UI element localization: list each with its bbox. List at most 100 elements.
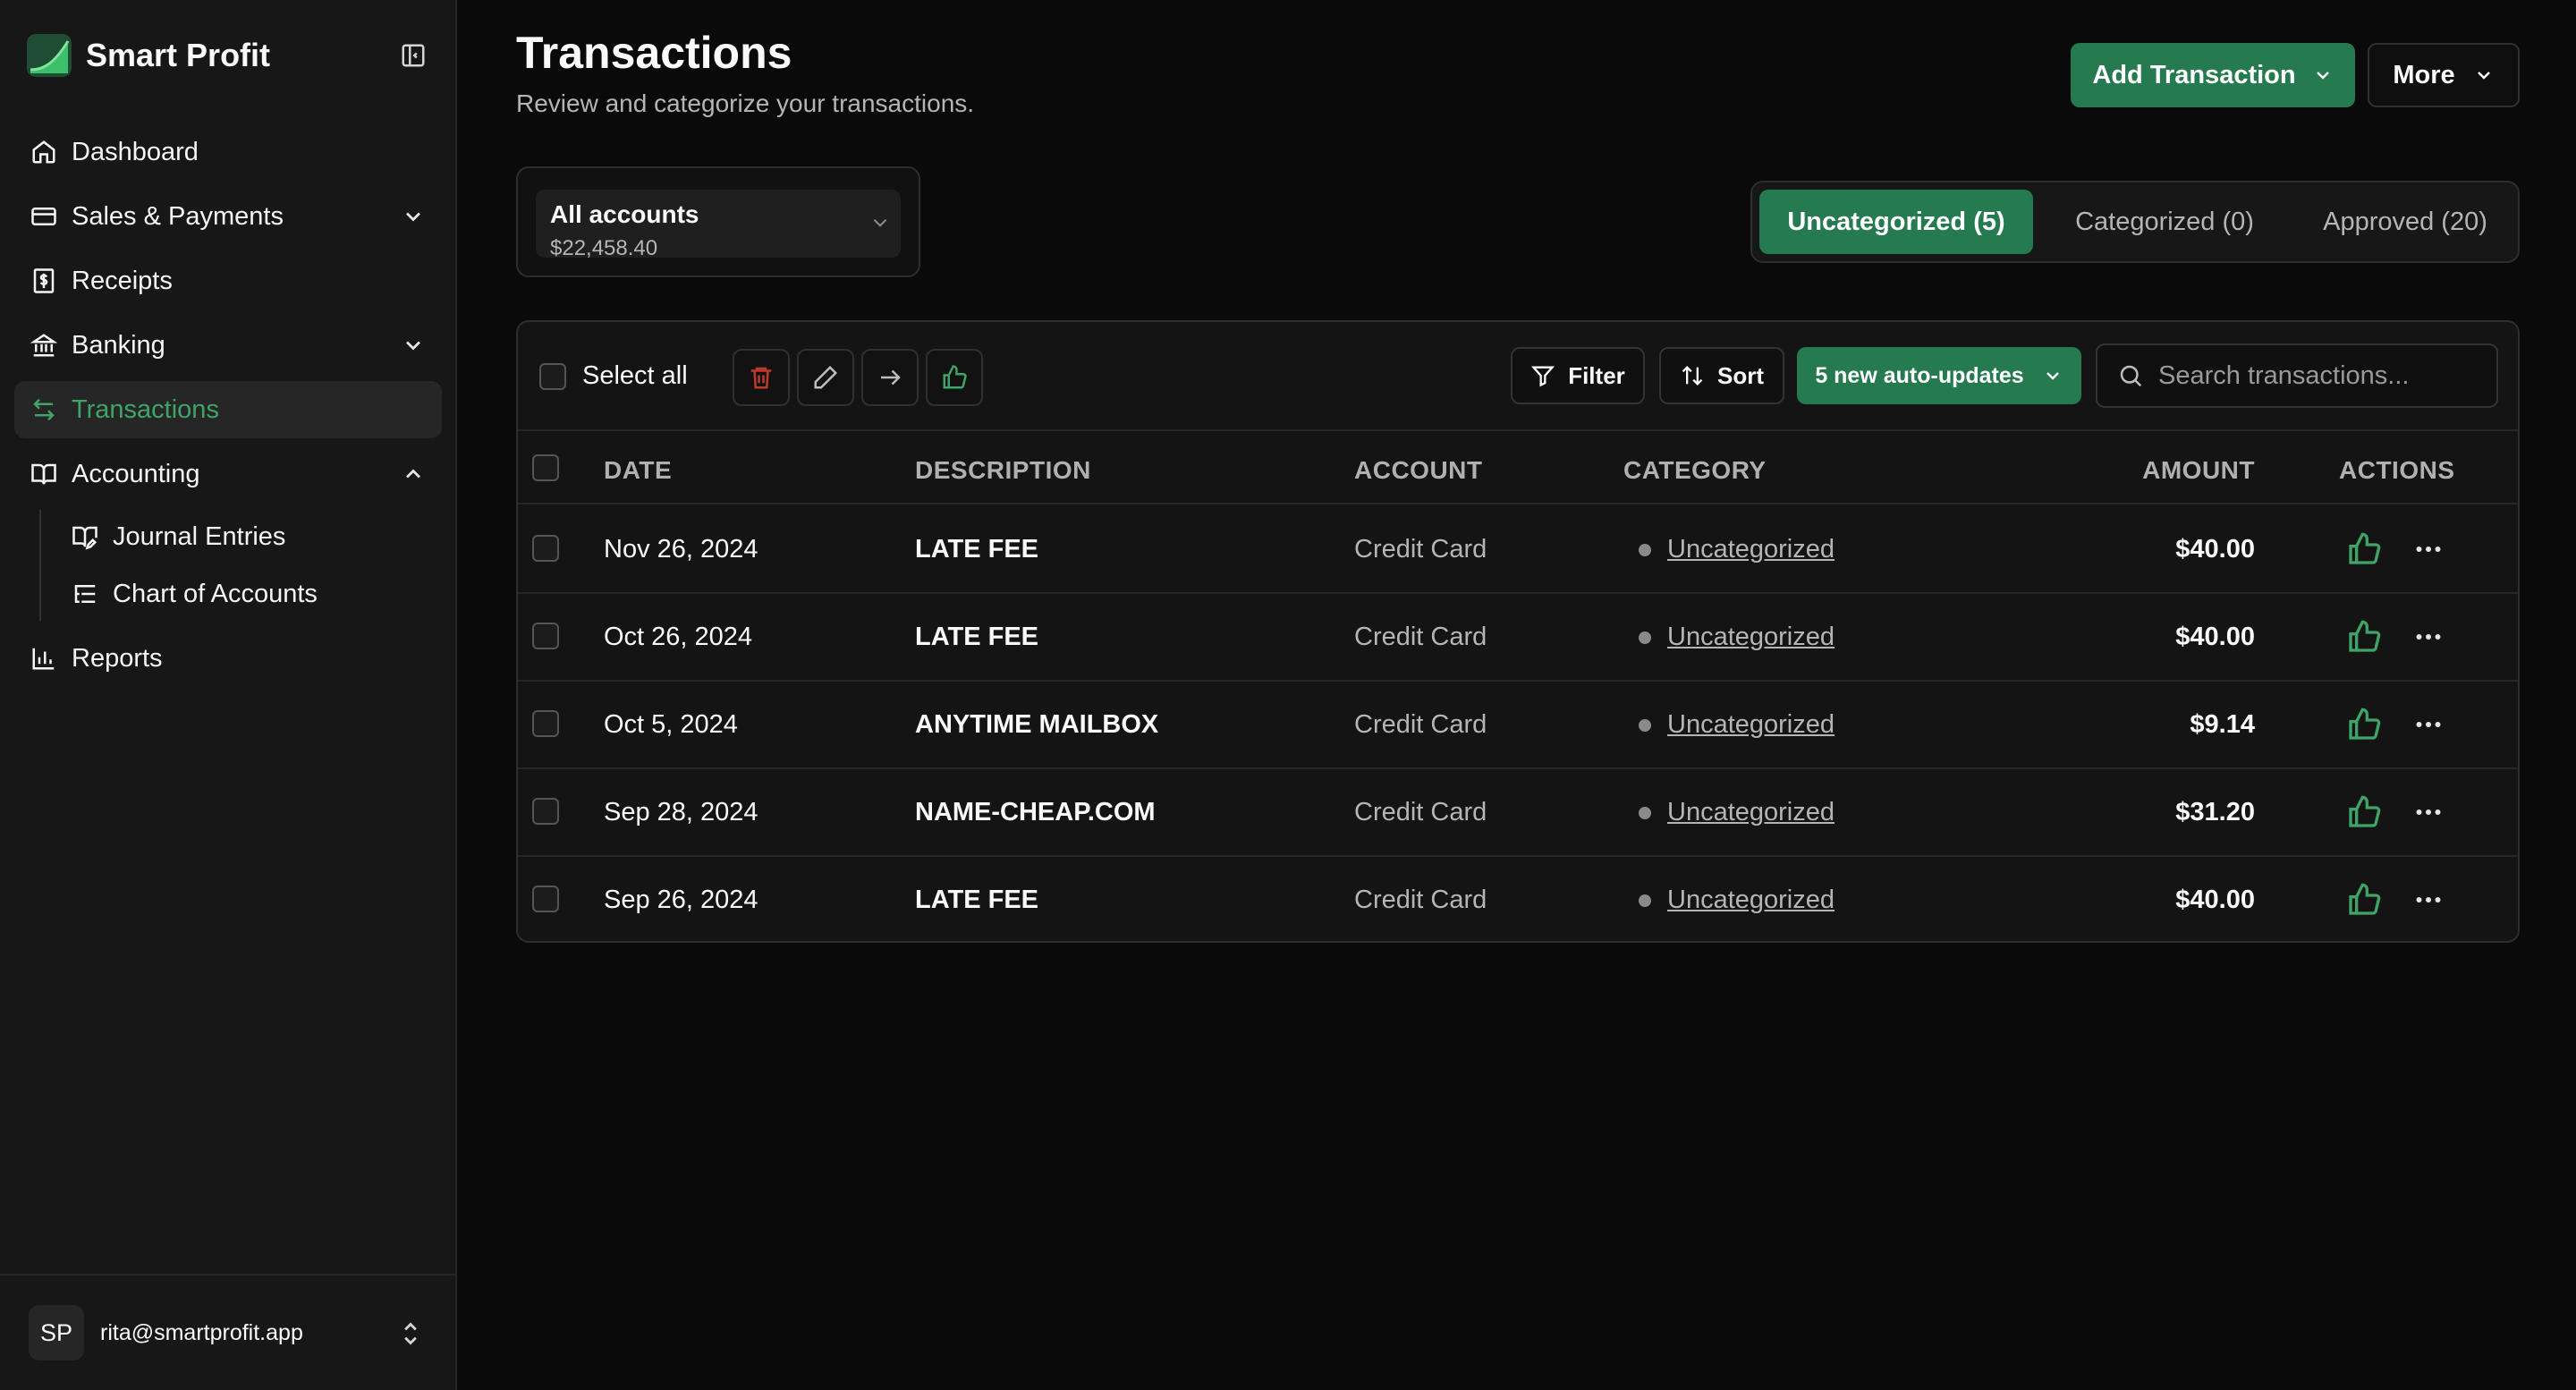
sidebar: Smart Profit Dashboard Sales & Payments …: [0, 0, 457, 1390]
column-header-account[interactable]: ACCOUNT: [1354, 456, 1483, 485]
column-header-category[interactable]: CATEGORY: [1623, 456, 1767, 485]
tab-approved[interactable]: Approved (20): [2296, 190, 2514, 254]
sidebar-item-chart-of-accounts[interactable]: Chart of Accounts: [59, 567, 442, 621]
sidebar-item-label: Reports: [72, 643, 163, 673]
arrow-right-icon: [881, 369, 901, 386]
tab-categorized[interactable]: Categorized (0): [2037, 190, 2292, 254]
auto-updates-button[interactable]: 5 new auto-updates: [1797, 347, 2081, 404]
more-label: More: [2393, 60, 2455, 89]
delete-button[interactable]: [733, 349, 790, 406]
avatar: SP: [29, 1305, 84, 1360]
row-checkbox[interactable]: [532, 623, 559, 649]
row-checkbox[interactable]: [532, 798, 559, 825]
row-description: NAME-CHEAP.COM: [915, 798, 1156, 826]
table-row[interactable]: Nov 26, 2024 LATE FEE Credit Card Uncate…: [518, 506, 2518, 594]
row-description: ANYTIME MAILBOX: [915, 710, 1159, 739]
sidebar-item-reports[interactable]: Reports: [14, 630, 442, 687]
tab-uncategorized[interactable]: Uncategorized (5): [1759, 190, 2033, 254]
select-all-label: Select all: [582, 361, 688, 390]
account-select[interactable]: All accounts $22,458.40: [536, 190, 901, 260]
category-link[interactable]: Uncategorized: [1667, 798, 1835, 827]
table-row[interactable]: Sep 26, 2024 LATE FEE Credit Card Uncate…: [518, 857, 2518, 941]
more-horizontal-icon[interactable]: [2411, 621, 2446, 653]
column-header-date[interactable]: DATE: [604, 456, 672, 485]
sidebar-item-journal-entries[interactable]: Journal Entries: [59, 510, 442, 564]
more-horizontal-icon[interactable]: [2411, 884, 2446, 916]
column-header-actions: ACTIONS: [2339, 456, 2455, 484]
more-button[interactable]: More: [2368, 43, 2520, 107]
brand[interactable]: Smart Profit: [27, 32, 270, 79]
table-row[interactable]: Sep 28, 2024 NAME-CHEAP.COM Credit Card …: [518, 769, 2518, 857]
row-account: Credit Card: [1354, 535, 1487, 564]
thumbs-up-icon[interactable]: [2346, 882, 2382, 918]
page-title: Transactions: [516, 28, 792, 78]
select-all-checkbox[interactable]: [539, 363, 566, 390]
chevron-down-icon: [406, 212, 420, 222]
sidebar-item-label: Banking: [72, 330, 165, 360]
move-button[interactable]: [861, 349, 919, 406]
column-header-description[interactable]: DESCRIPTION: [915, 456, 1091, 485]
auto-updates-label: 5 new auto-updates: [1815, 362, 2024, 388]
category-link[interactable]: Uncategorized: [1667, 535, 1835, 564]
filter-button[interactable]: Filter: [1511, 347, 1645, 404]
thumbs-up-icon: [943, 365, 967, 389]
chevrons-up-down-icon: [404, 1322, 417, 1345]
more-horizontal-icon[interactable]: [2411, 533, 2446, 565]
row-category: Uncategorized: [1639, 798, 1835, 827]
category-dot: [1639, 543, 1651, 556]
sidebar-item-label: Transactions: [72, 394, 219, 424]
category-dot: [1639, 894, 1651, 907]
row-description: LATE FEE: [915, 623, 1039, 651]
sidebar-item-transactions[interactable]: Transactions: [14, 381, 442, 438]
chevron-down-icon: [873, 218, 887, 227]
more-horizontal-icon[interactable]: [2411, 796, 2446, 828]
header-checkbox[interactable]: [532, 454, 559, 481]
row-amount: $31.20: [2175, 798, 2255, 826]
receipt-icon: [29, 266, 59, 296]
edit-button[interactable]: [797, 349, 854, 406]
row-checkbox[interactable]: [532, 710, 559, 737]
chevron-down-icon: [2316, 72, 2329, 80]
sidebar-nav: Dashboard Sales & Payments Receipts Bank…: [14, 123, 442, 694]
row-amount: $9.14: [2190, 710, 2255, 739]
sidebar-item-accounting[interactable]: Accounting: [14, 445, 442, 503]
thumbs-up-icon[interactable]: [2346, 707, 2382, 742]
sidebar-item-banking[interactable]: Banking: [14, 317, 442, 374]
sidebar-item-sales-payments[interactable]: Sales & Payments: [14, 188, 442, 245]
filter-label: Filter: [1568, 361, 1625, 389]
table-row[interactable]: Oct 5, 2024 ANYTIME MAILBOX Credit Card …: [518, 682, 2518, 769]
bank-icon: [29, 330, 59, 360]
sidebar-item-dashboard[interactable]: Dashboard: [14, 123, 442, 181]
column-header-amount[interactable]: AMOUNT: [2142, 456, 2255, 485]
row-checkbox[interactable]: [532, 886, 559, 912]
sidebar-item-label: Sales & Payments: [72, 201, 284, 231]
sidebar-collapse-button[interactable]: [395, 39, 431, 72]
category-link[interactable]: Uncategorized: [1667, 886, 1835, 915]
brand-name: Smart Profit: [86, 37, 271, 73]
chevron-up-icon: [406, 469, 420, 479]
main-content: Transactions Review and categorize your …: [459, 0, 2576, 1390]
list-tree-icon: [70, 579, 100, 609]
category-link[interactable]: Uncategorized: [1667, 710, 1835, 740]
row-category: Uncategorized: [1639, 535, 1835, 564]
sidebar-item-label: Journal Entries: [113, 521, 286, 551]
row-date: Oct 26, 2024: [604, 623, 753, 651]
thumbs-up-icon[interactable]: [2346, 531, 2382, 567]
row-checkbox[interactable]: [532, 535, 559, 562]
search-input[interactable]: [2158, 360, 2480, 391]
user-menu[interactable]: SP rita@smartprofit.app: [0, 1274, 455, 1390]
thumbs-up-icon[interactable]: [2346, 619, 2382, 655]
table-toolbar: Select all Filter Sort 5 new auto-update…: [518, 322, 2518, 431]
sort-button[interactable]: Sort: [1659, 347, 1784, 404]
table-row[interactable]: Oct 26, 2024 LATE FEE Credit Card Uncate…: [518, 594, 2518, 682]
more-horizontal-icon[interactable]: [2411, 708, 2446, 741]
row-account: Credit Card: [1354, 623, 1487, 651]
sidebar-item-receipts[interactable]: Receipts: [14, 252, 442, 309]
add-transaction-button[interactable]: Add Transaction: [2071, 43, 2355, 107]
category-dot: [1639, 718, 1651, 732]
category-link[interactable]: Uncategorized: [1667, 623, 1835, 652]
row-date: Nov 26, 2024: [604, 535, 758, 564]
row-date: Oct 5, 2024: [604, 710, 738, 739]
thumbs-up-icon[interactable]: [2346, 794, 2382, 830]
approve-selected-button[interactable]: [926, 349, 983, 406]
